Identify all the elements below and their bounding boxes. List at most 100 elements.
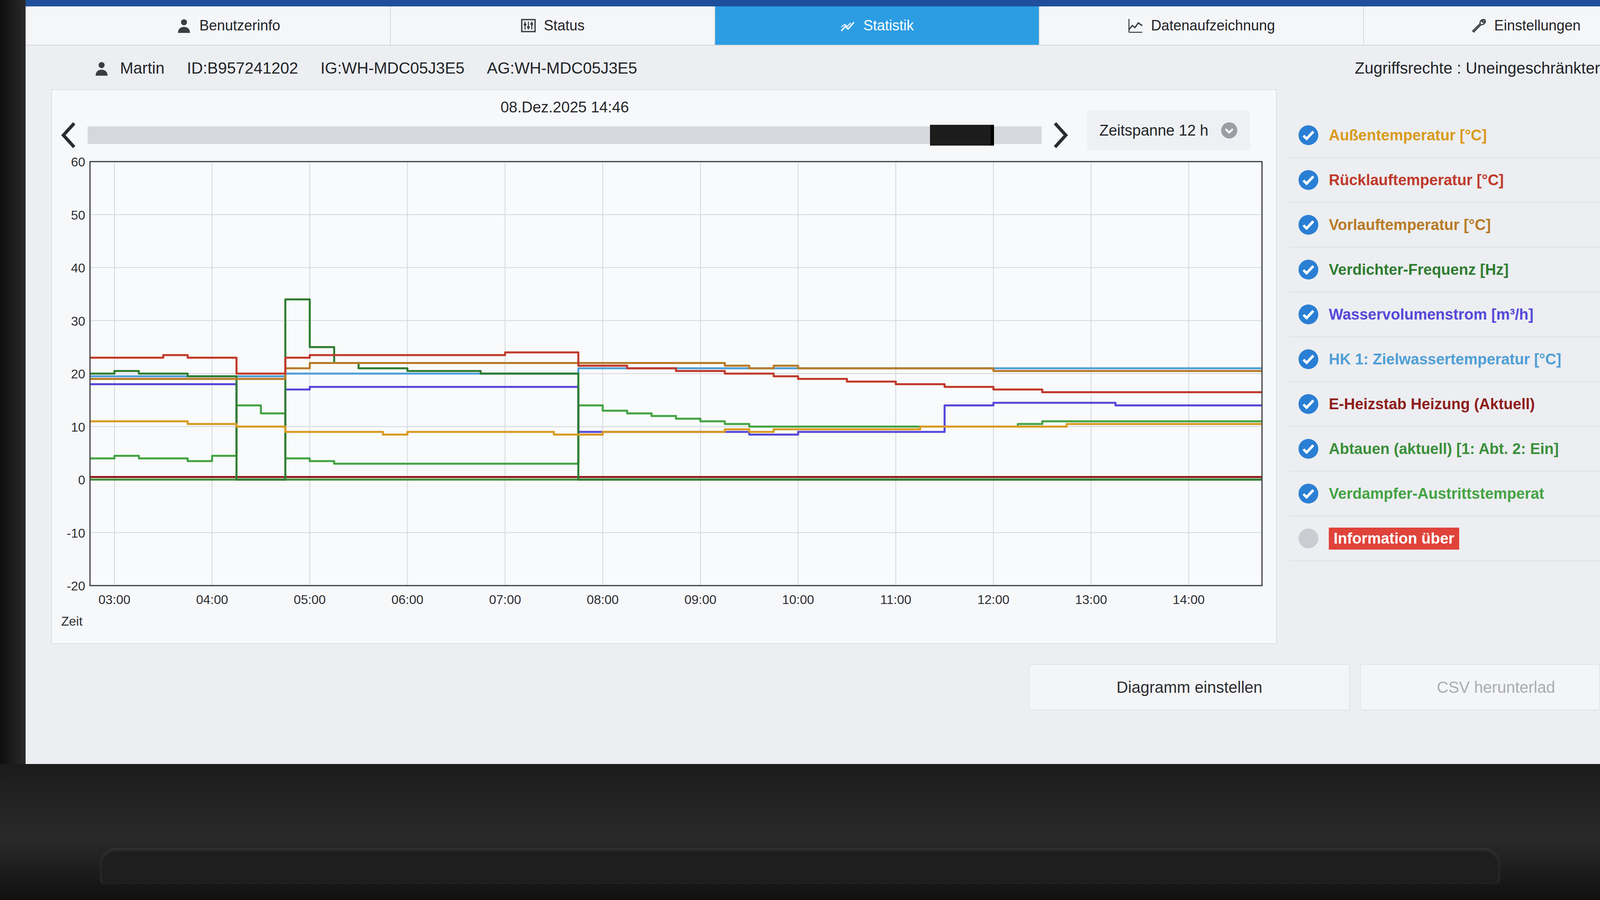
legend-item[interactable]: Abtauen (aktuell) [1: Abt. 2: Ein] [1289,426,1600,472]
user-icon [176,17,192,34]
legend-label: Abtauen (aktuell) [1: Abt. 2: Ein] [1328,440,1559,458]
chart-card: 08.Dez.2025 14:46Zeitspanne 12 h60504030… [51,89,1277,644]
checkbox-icon[interactable] [1297,303,1320,326]
grid-line [895,161,896,586]
series-line [90,476,1262,478]
grid-line [797,161,799,586]
grid-line [90,267,1262,268]
legend-item[interactable]: Information über [1289,516,1600,562]
checkbox-icon[interactable] [1297,169,1320,191]
outdoor-unit-id: AG:WH-MDC05J3E5 [486,59,638,78]
grid-line [90,532,1262,534]
y-tick-label: -20 [66,578,86,594]
plot-border [90,161,1262,586]
tab[interactable]: Benutzerinfo [66,6,391,45]
timeline-handle[interactable] [930,124,994,146]
tab[interactable]: Einstellungen [1364,6,1600,45]
series-line [90,352,1262,392]
x-tick-label: 06:00 [391,592,424,607]
button-row: Diagramm einstellenCSV herunterlad [25,644,1600,711]
legend-label: E-Heizstab Heizung (Aktuell) [1328,395,1535,413]
tab-bar: Benutzerinfo Status Statistik Datenaufzeich… [25,6,1600,46]
x-tick-label: 11:00 [880,592,912,607]
recording-icon [1127,17,1144,34]
grid-line [700,161,701,586]
x-tick-label: 05:00 [293,592,326,607]
legend-item[interactable]: E-Heizstab Heizung (Aktuell) [1289,382,1600,427]
tab[interactable]: Statistik [715,6,1040,45]
timespan-select[interactable]: Zeitspanne 12 h [1087,110,1250,151]
chart-icon [840,17,856,34]
temperature-chart: 6050403020100-10-2003:0004:0005:0006:000… [58,153,1270,634]
user-icon [93,60,110,77]
y-tick-label: 60 [70,154,86,170]
tab-label: Benutzerinfo [199,17,280,34]
checkbox-icon[interactable] [1297,348,1320,370]
legend-label: HK 1: Zielwassertemperatur [°C] [1328,350,1562,368]
series-line [90,405,1262,464]
chart-header: 08.Dez.2025 14:46 Zeitspanne 12 h [58,98,1270,151]
user-name: Martin [93,59,165,78]
action-button[interactable]: CSV herunterlad [1360,664,1600,711]
tab-label: Status [543,17,585,34]
x-tick-label: 07:00 [489,592,522,607]
x-tick-label: 08:00 [586,592,619,607]
checkbox-icon[interactable] [1297,258,1320,281]
next-arrow-icon[interactable] [1049,120,1072,151]
legend-item[interactable]: Wasservolumenstrom [m³/h] [1289,292,1600,338]
y-tick-label: 20 [70,366,86,382]
y-tick-label: -10 [66,526,86,541]
series-line [90,299,1262,480]
action-button[interactable]: Diagramm einstellen [1028,664,1350,711]
user-row: MartinID:B957241202IG:WH-MDC05J3E5AG:WH-… [25,45,1600,90]
x-tick-label: 14:00 [1172,592,1205,607]
legend-label: Außentemperatur [°C] [1328,126,1487,144]
timeline: 08.Dez.2025 14:46 [58,98,1072,151]
top-strip [25,0,1600,7]
y-tick-label: 40 [70,260,86,276]
checkbox-icon[interactable] [1297,482,1320,505]
checkbox-icon[interactable] [1297,393,1320,415]
checkbox-icon[interactable] [1297,124,1320,146]
checkbox-icon[interactable] [1297,438,1320,460]
screen-row: Benutzerinfo Status Statistik Datenaufzeich… [0,0,1600,764]
previous-arrow-icon[interactable] [58,120,80,151]
app-screen: Benutzerinfo Status Statistik Datenaufzeich… [25,0,1600,764]
laptop-photo: Benutzerinfo Status Statistik Datenaufzeich… [0,0,1600,900]
tab-label: Datenaufzeichnung [1150,17,1275,34]
tab[interactable]: Datenaufzeichnung [1039,6,1364,45]
legend-item[interactable]: Verdampfer-Austrittstemperat [1289,471,1600,517]
y-tick-label: 10 [70,420,86,435]
legend-item[interactable]: Vorlauftemperatur [°C] [1289,202,1600,248]
legend-label: Rücklauftemperatur [°C] [1328,171,1504,189]
checkbox-icon[interactable] [1297,214,1320,236]
legend-label: Verdichter-Frequenz [Hz] [1328,261,1509,279]
legend-item[interactable]: Außentemperatur [°C] [1289,113,1600,158]
spacer [25,664,1019,711]
legend-label: Wasservolumenstrom [m³/h] [1328,306,1534,324]
grid-line [211,161,213,586]
dropdown-icon [1220,121,1238,140]
grid-line [602,161,604,586]
tab[interactable]: Status [390,6,716,45]
timeline-track[interactable] [87,126,1042,144]
legend-item[interactable]: HK 1: Zielwassertemperatur [°C] [1289,337,1600,382]
legend-label: Information über [1328,527,1460,550]
timeline-row [58,120,1072,151]
date-label: 08.Dez.2025 14:46 [58,98,1072,116]
wrench-icon [1470,17,1487,34]
tab-label: Statistik [863,17,914,34]
x-tick-label: 09:00 [684,592,717,607]
x-tick-label: 10:00 [782,592,814,607]
legend-item[interactable]: Rücklauftemperatur [°C] [1289,158,1600,203]
laptop-hinge [100,848,1500,884]
checkbox-icon[interactable] [1297,527,1320,550]
grid-line [90,214,1262,216]
series-line [90,421,1262,435]
legend-item[interactable]: Verdichter-Frequenz [Hz] [1289,247,1600,293]
laptop-bezel [0,764,1600,900]
grid-line [993,161,994,586]
x-tick-label: 03:00 [98,592,131,607]
y-tick-label: 0 [78,472,86,488]
x-tick-label: 13:00 [1075,592,1108,607]
